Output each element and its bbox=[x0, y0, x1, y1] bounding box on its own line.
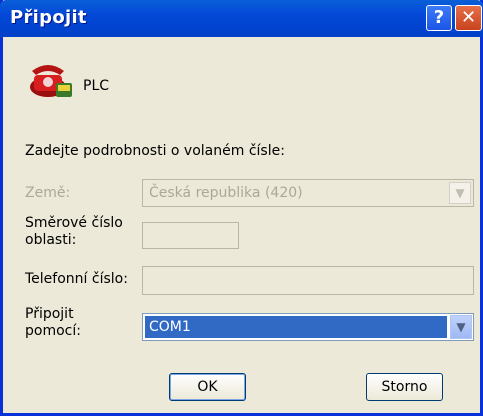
connect-value: COM1 bbox=[145, 316, 447, 338]
area-label: Směrové číslo oblasti: bbox=[25, 215, 123, 248]
connect-label: Připojit pomocí: bbox=[25, 306, 81, 339]
cancel-button[interactable]: Storno bbox=[366, 373, 443, 401]
window-title: Připojit bbox=[10, 7, 87, 28]
title-bar[interactable]: Připojit ? ✕ bbox=[0, 0, 483, 37]
connect-using-select[interactable]: COM1 ▼ bbox=[142, 313, 474, 341]
country-select[interactable]: Česká republika (420) ▼ bbox=[142, 179, 474, 207]
close-button[interactable]: ✕ bbox=[455, 5, 482, 31]
chevron-down-icon[interactable]: ▼ bbox=[449, 182, 471, 204]
prompt-text: Zadejte podrobnosti o volaném čísle: bbox=[25, 143, 285, 159]
chevron-down-icon[interactable]: ▼ bbox=[450, 315, 472, 339]
entry-name: PLC bbox=[83, 78, 110, 94]
phone-number-input[interactable] bbox=[142, 266, 474, 295]
phone-icon bbox=[30, 65, 72, 97]
phone-label: Telefonní číslo: bbox=[25, 271, 128, 287]
connect-dialog: Připojit ? ✕ PLC Zadejte podrobnosti o v… bbox=[0, 0, 483, 416]
help-button[interactable]: ? bbox=[426, 5, 452, 31]
ok-button[interactable]: OK bbox=[169, 373, 246, 401]
country-value: Česká republika (420) bbox=[149, 185, 303, 201]
country-label: Země: bbox=[25, 185, 71, 201]
area-code-input[interactable] bbox=[142, 222, 239, 249]
